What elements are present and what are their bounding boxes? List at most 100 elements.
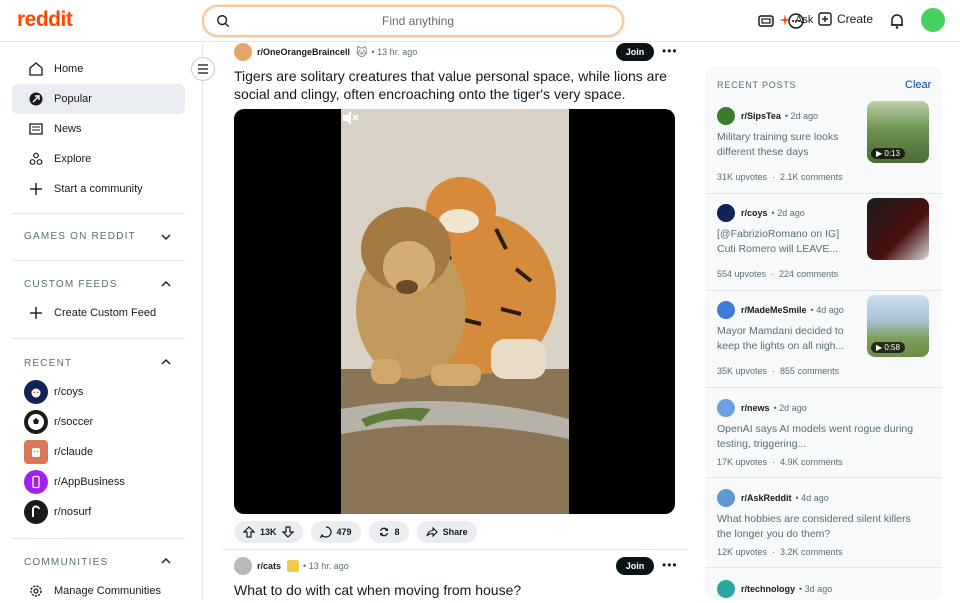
recent-post-title: Military training sure looks different t… <box>717 131 839 158</box>
nav-start-community[interactable]: Start a community <box>12 174 185 204</box>
phone-icon <box>32 475 40 489</box>
post-video[interactable] <box>234 109 675 514</box>
recent-post-separator <box>705 290 942 291</box>
menu-icon <box>198 64 208 74</box>
post-meta: r/cats • 13 hr. ago <box>234 557 349 575</box>
chevron-up-icon[interactable] <box>160 555 172 567</box>
subreddit-avatar <box>717 204 735 222</box>
recent-post-separator <box>705 193 942 194</box>
share-label: Share <box>442 527 468 537</box>
community-avatar <box>24 410 48 434</box>
recent-community-claude[interactable]: r/claude <box>24 440 93 464</box>
more-options-icon[interactable]: ••• <box>662 44 678 58</box>
explore-icon <box>28 151 44 167</box>
post-subreddit[interactable]: r/cats <box>257 561 281 571</box>
post-subreddit[interactable]: r/OneOrangeBraincell <box>257 47 350 57</box>
nav-home[interactable]: Home <box>12 54 185 84</box>
recent-post-stats: 12K upvotes · 3.2K comments <box>717 547 843 557</box>
chevron-up-icon[interactable] <box>160 278 172 290</box>
recent-post-time: 2d ago <box>790 111 819 121</box>
subreddit-avatar[interactable] <box>234 557 252 575</box>
create-button[interactable]: Create <box>818 12 873 26</box>
user-avatar[interactable] <box>921 8 945 32</box>
nav-popular[interactable]: Popular <box>12 84 185 114</box>
recent-post-sub: r/AskReddit <box>741 493 792 503</box>
nav-explore[interactable]: Explore <box>12 144 185 174</box>
create-custom-feed-label: Create Custom Feed <box>54 307 157 319</box>
nav-news[interactable]: News <box>12 114 185 144</box>
gear-icon <box>30 585 42 597</box>
chevron-up-icon[interactable] <box>160 356 172 368</box>
reddit-logo[interactable]: reddit <box>17 8 73 32</box>
upvote-icon[interactable] <box>243 526 255 538</box>
recent-community-soccer[interactable]: r/soccer <box>24 410 93 434</box>
popular-icon <box>28 91 44 107</box>
subreddit-avatar <box>717 301 735 319</box>
recent-post-thumbnail: ▶ 0:58 <box>867 295 929 357</box>
search-placeholder: Find anything <box>382 14 455 28</box>
recent-label: r/soccer <box>54 416 94 428</box>
chat-icon[interactable] <box>786 11 806 31</box>
recent-post-title: What hobbies are considered silent kille… <box>717 513 911 540</box>
flair-icon <box>287 560 300 572</box>
recent-post-separator <box>705 387 942 388</box>
cat-emoji-icon: 🐱 <box>356 46 368 59</box>
advertise-icon[interactable] <box>756 11 776 31</box>
main-feed: r/OneOrangeBraincell 🐱 • 13 hr. ago Join… <box>222 43 687 600</box>
video-duration: ▶ 0:13 <box>871 148 905 159</box>
mute-icon[interactable] <box>341 109 359 127</box>
sidebar-divider <box>12 213 185 214</box>
recent-post-title: Mayor Mamdani decided to keep the lights… <box>717 325 845 352</box>
video-duration: ▶ 0:58 <box>871 342 905 353</box>
bell-icon[interactable] <box>887 11 907 31</box>
recent-community-nosurf[interactable]: r/nosurf <box>24 500 91 524</box>
manage-communities[interactable]: Manage Communities <box>24 579 161 603</box>
recent-post-meta: r/coys • 2d ago <box>717 204 805 222</box>
clear-recent-button[interactable]: Clear <box>905 79 931 91</box>
subreddit-avatar <box>717 107 735 125</box>
share-icon <box>426 526 438 538</box>
community-avatar <box>24 440 48 464</box>
feed-divider <box>222 549 687 550</box>
comment-count: 479 <box>336 527 352 537</box>
collapse-sidebar-button[interactable] <box>191 57 215 81</box>
games-section-header[interactable]: GAMES ON REDDIT <box>24 231 136 242</box>
more-options-icon[interactable]: ••• <box>662 558 678 572</box>
left-sidebar: Home Popular News Explore Start a commun… <box>0 43 203 600</box>
crosspost-button[interactable]: 8 <box>368 521 409 543</box>
recent-community-coys[interactable]: r/coys <box>24 380 83 404</box>
news-icon <box>28 121 44 137</box>
subreddit-avatar <box>717 489 735 507</box>
post-title[interactable]: Tigers are solitary creatures that value… <box>234 67 679 103</box>
sidebar-divider <box>12 538 185 539</box>
recent-label: r/claude <box>54 446 94 458</box>
share-button[interactable]: Share <box>416 521 477 543</box>
chevron-down-icon[interactable] <box>160 231 172 243</box>
post-time: 13 hr. ago <box>377 47 418 57</box>
vote-pill: 13K <box>234 521 303 543</box>
join-button[interactable]: Join <box>616 43 654 61</box>
recent-post-thumbnail <box>867 198 929 260</box>
downvote-icon[interactable] <box>281 526 294 538</box>
subreddit-avatar[interactable] <box>234 43 252 61</box>
recent-post-sub: r/news <box>741 403 770 413</box>
communities-section-header[interactable]: COMMUNITIES <box>24 557 108 568</box>
home-icon <box>28 61 44 77</box>
comments-button[interactable]: 479 <box>310 521 361 543</box>
search-bar[interactable]: Find anything Ask <box>202 5 813 37</box>
subreddit-avatar <box>717 399 735 417</box>
nav-start-community-label: Start a community <box>54 183 143 195</box>
post-title[interactable]: What to do with cat when moving from hou… <box>234 581 679 599</box>
recent-post-time: 4d ago <box>801 493 829 503</box>
join-button[interactable]: Join <box>616 557 654 575</box>
community-avatar <box>24 470 48 494</box>
create-label: Create <box>837 12 874 26</box>
recent-post-title: OpenAI says AI models went rogue during … <box>717 423 914 450</box>
recent-community-appbusiness[interactable]: r/AppBusiness <box>24 470 125 494</box>
create-custom-feed[interactable]: Create Custom Feed <box>24 301 156 325</box>
subreddit-avatar <box>717 580 735 598</box>
recent-post-meta: r/MadeMeSmile • 4d ago <box>717 301 844 319</box>
recent-section-header[interactable]: RECENT <box>24 358 72 369</box>
custom-feeds-header[interactable]: CUSTOM FEEDS <box>24 279 118 290</box>
recent-post-meta: r/technology • 3d ago <box>717 580 832 598</box>
